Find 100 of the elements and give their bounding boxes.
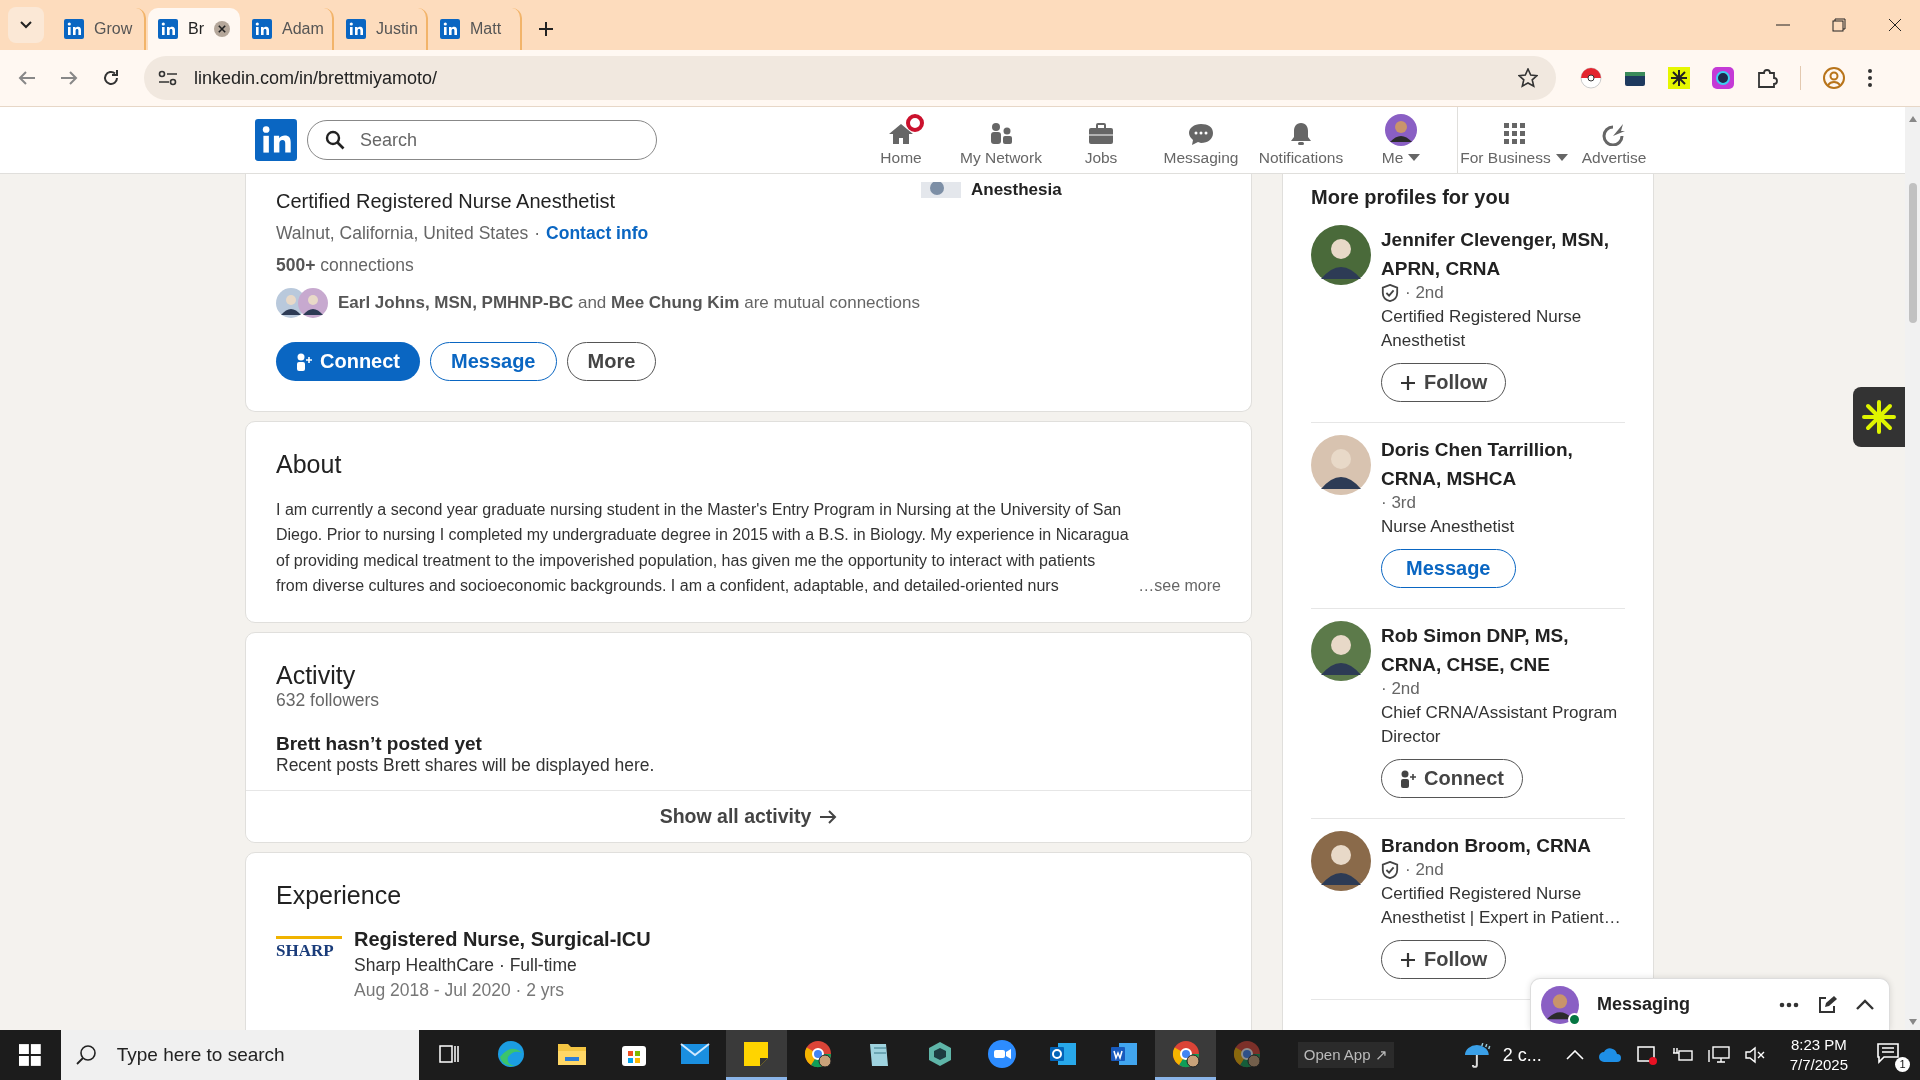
ball-extension-icon[interactable] bbox=[1580, 67, 1602, 89]
nav-item[interactable]: Advertise bbox=[1564, 113, 1664, 167]
edge-browser-icon[interactable] bbox=[495, 1038, 526, 1069]
tab-list-button[interactable] bbox=[8, 7, 44, 43]
restore-icon[interactable] bbox=[1832, 18, 1846, 32]
close-icon[interactable] bbox=[1888, 18, 1902, 32]
more-button[interactable]: More bbox=[566, 342, 657, 381]
new-tab-icon[interactable] bbox=[538, 21, 554, 37]
connection-degree: · 2nd bbox=[1405, 860, 1444, 880]
browser-tab[interactable]: Br bbox=[148, 8, 240, 50]
umbrella-rain-icon[interactable] bbox=[1462, 1041, 1493, 1069]
connection-degree: · 3rd bbox=[1381, 493, 1416, 513]
asterisk-widget-button[interactable] bbox=[1853, 387, 1905, 447]
about-text: I am currently a second year graduate nursing student in the Master's Entry Program in Nursing at the University of San Diego. Prior to nursing I completed my undergraduate degree in 2015 with a B.S. in Biology. My experience in Nicaragua of providing medical treatment to the impoverished population, has given me the opportunity to interact with patients from diverse cultures and socioeconomic backgrounds. I am a confident, adaptable, and detailed-oriented nurs bbox=[276, 500, 1130, 596]
scroll-up-icon[interactable] bbox=[1907, 115, 1918, 123]
task-view-icon[interactable] bbox=[438, 1042, 461, 1065]
briefcase-icon bbox=[1088, 121, 1114, 146]
profile-headline: Nurse Anesthetist bbox=[1381, 516, 1515, 538]
add-person-icon bbox=[296, 352, 312, 371]
message-button[interactable]: Message bbox=[430, 342, 557, 381]
address-bar[interactable]: linkedin.com/in/brettmiyamoto/ bbox=[144, 56, 1556, 100]
nav-item[interactable]: Notifications bbox=[1251, 113, 1351, 167]
notification-center-button[interactable]: 1 bbox=[1872, 1038, 1911, 1072]
profile-icon[interactable] bbox=[1823, 67, 1845, 89]
compose-icon[interactable] bbox=[1817, 994, 1837, 1015]
tab-title: Br bbox=[188, 20, 204, 38]
chrome-browser-icon[interactable] bbox=[1170, 1038, 1201, 1069]
scroll-down-icon[interactable] bbox=[1907, 1018, 1918, 1026]
taskbar-search-field[interactable]: Type here to search bbox=[60, 1030, 419, 1080]
reload-icon[interactable] bbox=[102, 69, 120, 87]
section-title: Activity bbox=[276, 661, 357, 691]
app-grid-icon bbox=[1501, 121, 1527, 146]
follow-button[interactable]: Follow bbox=[1381, 363, 1507, 402]
battery-plug-icon[interactable] bbox=[1671, 1046, 1694, 1064]
avatar bbox=[1311, 225, 1371, 285]
chrome-browser-icon[interactable] bbox=[802, 1038, 833, 1069]
profile-headline: Certified Registered Nurse Anesthetist | Expert in Patient… bbox=[1381, 883, 1622, 929]
show-all-activity-button[interactable]: Show all activity bbox=[246, 790, 1251, 843]
tab-title: Adam bbox=[282, 20, 324, 38]
forward-icon[interactable] bbox=[60, 70, 78, 86]
linkedin-logo[interactable] bbox=[255, 119, 297, 161]
more-options-icon[interactable] bbox=[1779, 1001, 1799, 1008]
connection-degree: · 2nd bbox=[1405, 283, 1444, 303]
ring-extension-icon[interactable] bbox=[1712, 67, 1734, 89]
mail-envelope-icon[interactable] bbox=[679, 1041, 710, 1066]
connect-button[interactable]: Connect bbox=[1381, 759, 1523, 798]
plus-icon bbox=[1400, 374, 1416, 391]
scrollbar-thumb[interactable] bbox=[1908, 183, 1917, 323]
mutual-connections-text: Earl Johns, MSN, PMHNP-BC and Mee Chung Kim are mutual connections bbox=[338, 293, 920, 313]
avatar bbox=[1311, 435, 1371, 495]
messaging-panel[interactable]: Messaging bbox=[1530, 978, 1890, 1030]
clock-date[interactable]: 7/7/2025 bbox=[1789, 1055, 1849, 1075]
cloud-icon[interactable] bbox=[1597, 1047, 1622, 1063]
speaker-muted-icon[interactable] bbox=[1743, 1046, 1766, 1064]
site-settings-icon[interactable] bbox=[158, 70, 178, 86]
nav-item[interactable]: Home bbox=[851, 113, 951, 167]
linkedin-logo-icon bbox=[440, 19, 460, 39]
job-title: Registered Nurse, Surgical-ICU bbox=[354, 928, 651, 952]
meeting-alert-icon[interactable] bbox=[1635, 1044, 1658, 1066]
bell-icon bbox=[1288, 121, 1314, 146]
open-app-button[interactable]: Open App ↗ bbox=[1297, 1042, 1394, 1068]
profile-name[interactable]: Jennifer Clevenger, MSN, APRN, CRNA bbox=[1381, 225, 1625, 283]
see-more-link[interactable]: …see more bbox=[1138, 572, 1221, 599]
asterisk-icon bbox=[1862, 400, 1896, 434]
contact-info-link[interactable]: Contact info bbox=[546, 223, 649, 244]
sidebar-title: More profiles for you bbox=[1311, 186, 1511, 209]
clock-time[interactable]: 8:23 PM bbox=[1790, 1035, 1847, 1055]
bookmark-star-icon[interactable] bbox=[1518, 68, 1538, 88]
nav-item[interactable]: Messaging bbox=[1151, 113, 1251, 167]
connection-degree: · 2nd bbox=[1381, 679, 1420, 699]
profile-name[interactable]: Rob Simon DNP, MS, CRNA, CHSE, CNE bbox=[1381, 621, 1625, 679]
nav-item[interactable]: My Network bbox=[951, 113, 1051, 167]
asterisk-extension-icon[interactable] bbox=[1668, 67, 1690, 89]
message-button[interactable]: Message bbox=[1381, 549, 1516, 588]
avatar bbox=[1311, 831, 1371, 891]
weather-text[interactable]: 2 c... bbox=[1502, 1044, 1542, 1066]
search-field[interactable]: Search bbox=[307, 120, 657, 160]
windows-start-icon[interactable] bbox=[18, 1043, 42, 1067]
connect-button[interactable]: Connect bbox=[276, 342, 420, 381]
nav-item[interactable]: Me bbox=[1351, 113, 1451, 167]
chat-icon bbox=[1876, 1042, 1901, 1064]
video-call-icon[interactable] bbox=[986, 1038, 1017, 1069]
messaging-title: Messaging bbox=[1597, 994, 1691, 1015]
empty-state-text: Recent posts Brett shares will be displayed here. bbox=[276, 755, 656, 777]
menu-icon[interactable] bbox=[1867, 68, 1873, 88]
education-name: Anesthesia bbox=[971, 180, 1062, 200]
follow-button[interactable]: Follow bbox=[1381, 940, 1507, 979]
sticky-note-icon[interactable] bbox=[742, 1039, 771, 1068]
profile-name[interactable]: Brandon Broom, CRNA bbox=[1381, 831, 1592, 860]
extensions-puzzle-icon[interactable] bbox=[1756, 67, 1778, 89]
network-icon[interactable] bbox=[1707, 1046, 1730, 1064]
back-icon[interactable] bbox=[18, 70, 36, 86]
chevron-up-icon[interactable] bbox=[1855, 998, 1875, 1011]
tab-title: Matt bbox=[470, 20, 502, 38]
arrow-right-icon bbox=[819, 809, 838, 824]
close-icon[interactable] bbox=[214, 19, 230, 39]
nav-item[interactable]: Jobs bbox=[1051, 113, 1151, 167]
profile-name[interactable]: Doris Chen Tarrillion, CRNA, MSHCA bbox=[1381, 435, 1625, 493]
notification-count: 1 bbox=[1895, 1057, 1911, 1072]
avatar bbox=[1385, 113, 1417, 146]
